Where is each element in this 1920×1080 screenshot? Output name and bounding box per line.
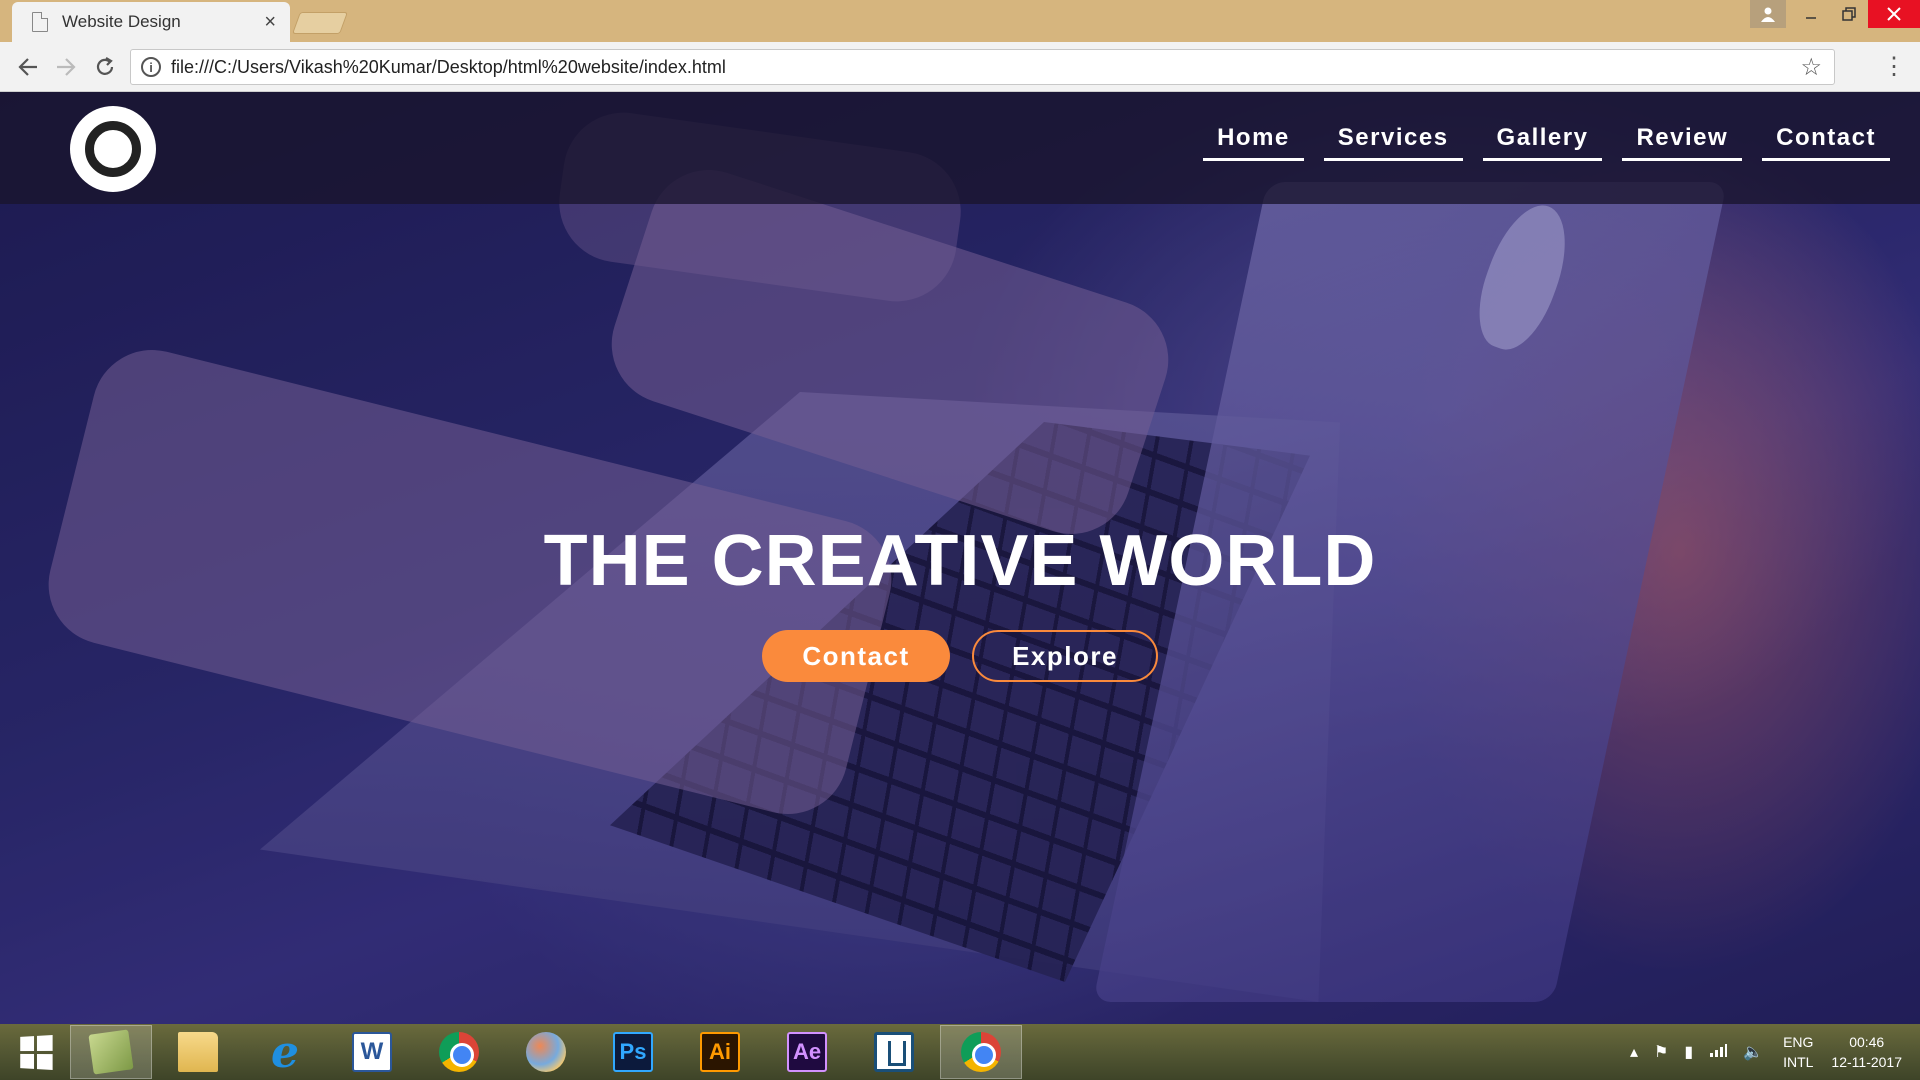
- language-code: ENG: [1783, 1034, 1814, 1050]
- clock[interactable]: 00:46 12-11-2017: [1831, 1032, 1902, 1072]
- flag-icon[interactable]: ⚑: [1654, 1042, 1668, 1062]
- forward-arrow-icon[interactable]: [50, 52, 82, 82]
- site-header: Home Services Gallery Review Contact: [0, 92, 1920, 204]
- after-effects-icon: Ae: [787, 1032, 827, 1072]
- url-text[interactable]: file:///C:/Users/Vikash%20Kumar/Desktop/…: [171, 57, 1800, 78]
- nav-review[interactable]: Review: [1622, 124, 1743, 161]
- close-window-button[interactable]: [1868, 0, 1920, 28]
- keyboard-layout: INTL: [1783, 1054, 1814, 1070]
- hero-buttons: Contact Explore: [762, 630, 1158, 682]
- browser-titlebar: Website Design ×: [0, 0, 1920, 42]
- notepad-icon: [88, 1029, 134, 1075]
- browser-toolbar: i file:///C:/Users/Vikash%20Kumar/Deskto…: [0, 42, 1920, 92]
- user-profile-icon[interactable]: [1750, 0, 1786, 28]
- power-icon[interactable]: ▮: [1684, 1042, 1693, 1062]
- taskbar-internet-explorer[interactable]: e: [244, 1025, 326, 1079]
- explore-button[interactable]: Explore: [972, 630, 1158, 682]
- taskbar: e W Ps Ai Ae ▴ ⚑ ▮ 🔈 ENG INTL 00:46 12-1…: [0, 1024, 1920, 1080]
- chrome-icon: [961, 1032, 1001, 1072]
- nav-contact[interactable]: Contact: [1762, 124, 1890, 161]
- tab-close-icon[interactable]: ×: [264, 11, 276, 34]
- restore-button[interactable]: [1830, 0, 1868, 28]
- taskbar-brackets[interactable]: [853, 1025, 935, 1079]
- back-arrow-icon[interactable]: [12, 52, 44, 82]
- taskbar-photoshop[interactable]: Ps: [592, 1025, 674, 1079]
- clock-time: 00:46: [1849, 1034, 1885, 1050]
- window-controls: [1750, 0, 1920, 30]
- contact-button[interactable]: Contact: [762, 630, 950, 682]
- info-icon[interactable]: i: [141, 57, 161, 77]
- browser-tab[interactable]: Website Design ×: [12, 2, 290, 42]
- folder-icon: [178, 1032, 218, 1072]
- site-logo[interactable]: [70, 106, 156, 192]
- brackets-icon: [874, 1032, 914, 1072]
- minimize-button[interactable]: [1792, 0, 1830, 28]
- illustrator-icon: Ai: [700, 1032, 740, 1072]
- address-bar[interactable]: i file:///C:/Users/Vikash%20Kumar/Deskto…: [130, 49, 1835, 85]
- site-nav: Home Services Gallery Review Contact: [1203, 124, 1890, 161]
- website-viewport: Home Services Gallery Review Contact THE…: [0, 92, 1920, 1024]
- menu-icon[interactable]: ⋮: [1882, 52, 1906, 81]
- star-icon[interactable]: ☆: [1800, 53, 1822, 82]
- volume-icon[interactable]: 🔈: [1743, 1042, 1763, 1062]
- clock-date: 12-11-2017: [1831, 1054, 1902, 1070]
- page-icon: [32, 12, 48, 32]
- system-tray: ▴ ⚑ ▮ 🔈 ENG INTL 00:46 12-11-2017: [1622, 1024, 1902, 1080]
- nav-services[interactable]: Services: [1323, 124, 1463, 161]
- nav-home[interactable]: Home: [1203, 124, 1304, 161]
- word-icon: W: [352, 1032, 392, 1072]
- chrome-icon: [439, 1032, 479, 1072]
- nav-gallery[interactable]: Gallery: [1482, 124, 1603, 161]
- language-indicator[interactable]: ENG INTL: [1783, 1032, 1813, 1072]
- internet-explorer-icon: e: [271, 1026, 299, 1078]
- taskbar-illustrator[interactable]: Ai: [679, 1025, 761, 1079]
- taskbar-chrome-active[interactable]: [940, 1025, 1022, 1079]
- photoshop-icon: Ps: [613, 1032, 653, 1072]
- taskbar-word[interactable]: W: [331, 1025, 413, 1079]
- show-hidden-icons-icon[interactable]: ▴: [1630, 1042, 1638, 1062]
- taskbar-file-explorer[interactable]: [157, 1025, 239, 1079]
- logo-icon: [85, 121, 141, 177]
- hero-title: THE CREATIVE WORLD: [543, 521, 1377, 601]
- taskbar-notepad[interactable]: [70, 1025, 152, 1079]
- start-button[interactable]: [0, 1024, 70, 1080]
- new-tab-button[interactable]: [291, 12, 349, 34]
- taskbar-paint[interactable]: [505, 1025, 587, 1079]
- tab-title: Website Design: [62, 12, 181, 31]
- reload-icon[interactable]: [89, 52, 121, 82]
- taskbar-chrome[interactable]: [418, 1025, 500, 1079]
- network-signal-icon[interactable]: [1709, 1043, 1728, 1062]
- paint-icon: [526, 1032, 566, 1072]
- taskbar-after-effects[interactable]: Ae: [766, 1025, 848, 1079]
- windows-logo-icon: [19, 1034, 53, 1070]
